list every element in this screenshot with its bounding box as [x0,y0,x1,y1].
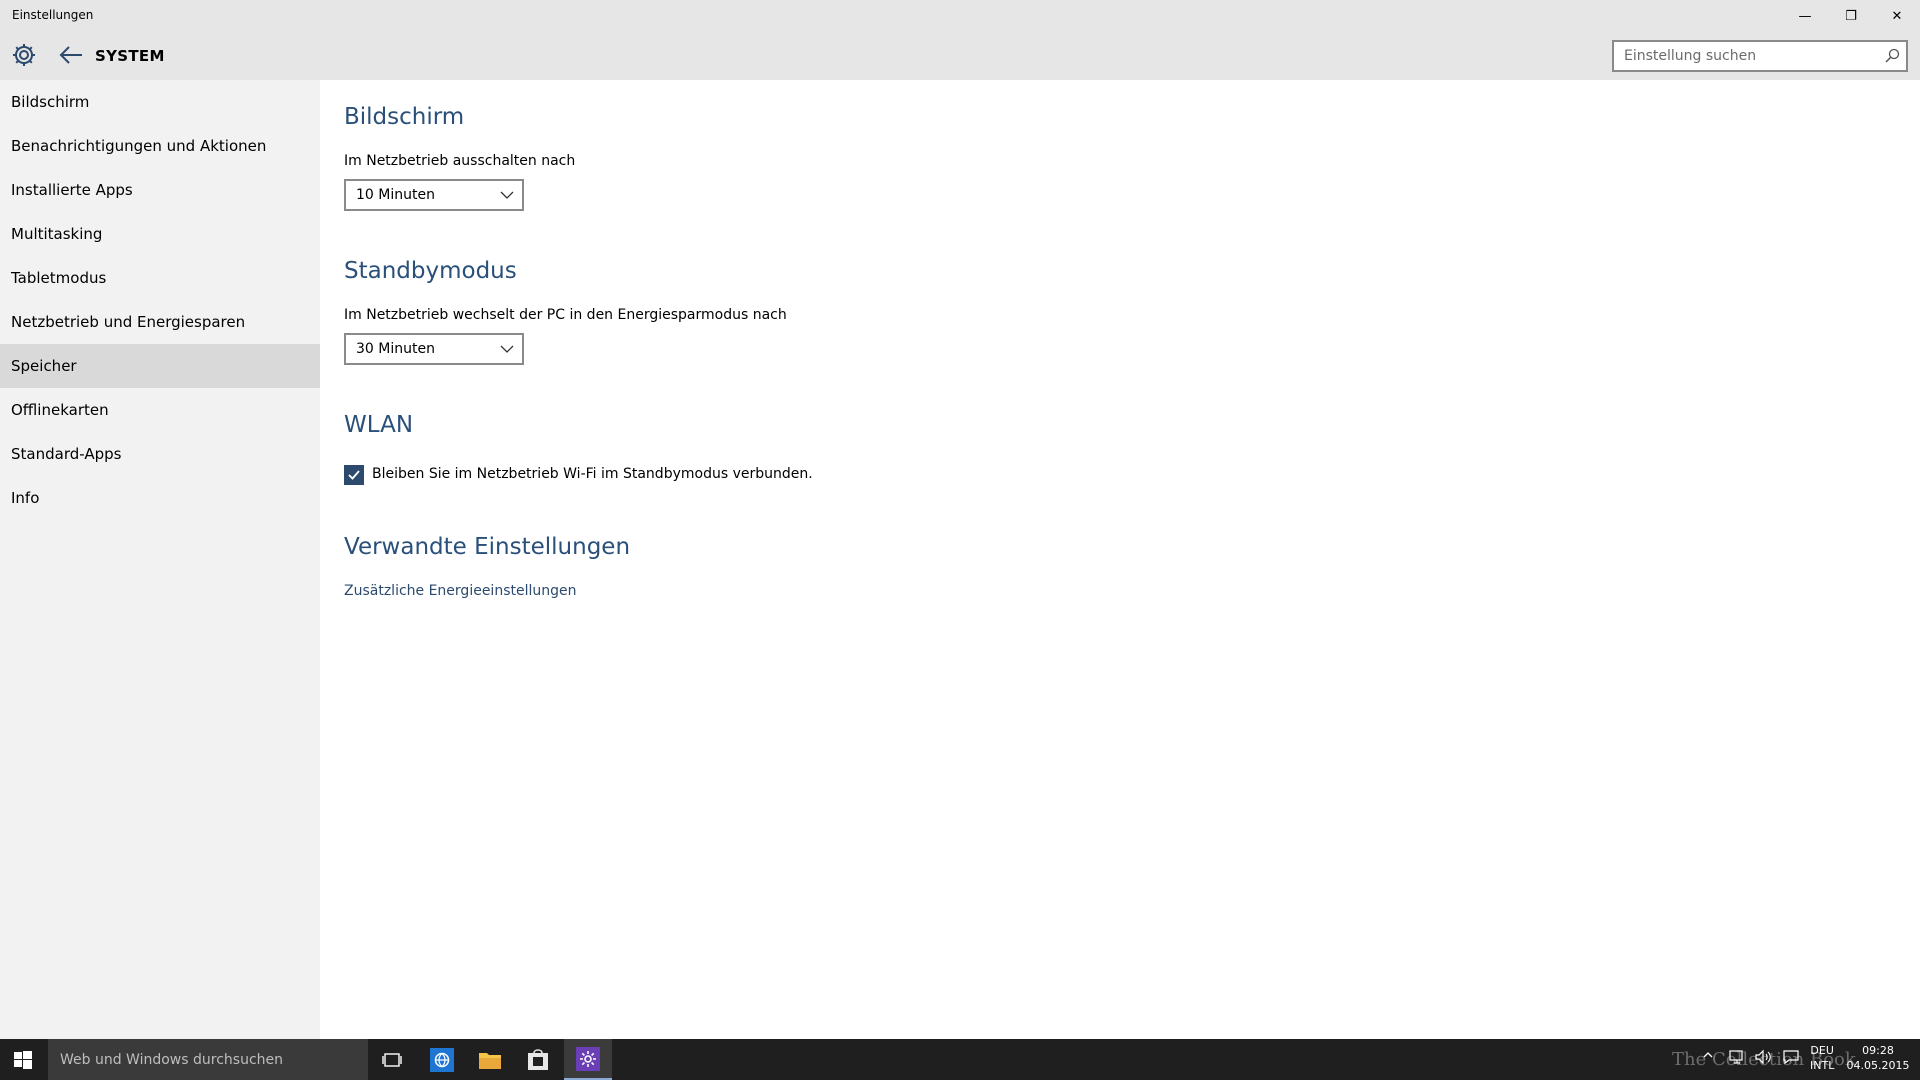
sidebar-item-tabletmodus[interactable]: Tabletmodus [0,256,320,300]
start-button[interactable] [0,1039,46,1080]
taskbar-search-input[interactable] [48,1039,368,1080]
section-title: SYSTEM [95,47,165,65]
watermark-text: The Collection Book [1672,1049,1856,1070]
search-icon[interactable] [1884,48,1900,64]
close-icon: ✕ [1891,8,1903,24]
screen-timeout-value: 10 Minuten [356,187,435,203]
window-title: Einstellungen [12,8,94,22]
sidebar-item-info[interactable]: Info [0,476,320,520]
chevron-down-icon [500,191,514,199]
store-icon [528,1048,548,1070]
wifi-standby-label[interactable]: Bleiben Sie im Netzbetrieb Wi-Fi im Stan… [372,466,813,482]
task-view-icon [382,1052,402,1067]
sidebar-item-bildschirm[interactable]: Bildschirm [0,80,320,124]
settings-gear-icon [576,1046,600,1071]
checkmark-icon [348,470,360,480]
standby-timeout-value: 30 Minuten [356,341,435,357]
maximize-button[interactable]: ❐ [1828,0,1874,32]
back-arrow-icon[interactable] [58,42,84,68]
standby-timeout-label: Im Netzbetrieb wechselt der PC in den En… [344,307,787,323]
sidebar: Bildschirm Benachrichtigungen und Aktion… [0,80,320,1039]
section-heading-bildschirm: Bildschirm [344,104,465,130]
sidebar-item-benachrichtigungen[interactable]: Benachrichtigungen und Aktionen [0,124,320,168]
section-heading-standbymodus: Standbymodus [344,258,517,284]
browser-icon [430,1047,454,1072]
sidebar-item-speicher[interactable]: Speicher [0,344,320,388]
settings-content: Bildschirm Im Netzbetrieb ausschalten na… [320,80,1920,1039]
gear-icon [13,44,35,66]
minimize-button[interactable]: — [1782,0,1828,32]
close-button[interactable]: ✕ [1874,0,1920,32]
section-heading-wlan: WLAN [344,412,414,438]
minimize-icon: — [1798,8,1812,24]
screen-timeout-dropdown[interactable]: 10 Minuten [344,179,524,211]
sidebar-item-standard-apps[interactable]: Standard-Apps [0,432,320,476]
sidebar-item-installierte-apps[interactable]: Installierte Apps [0,168,320,212]
additional-power-settings-link[interactable]: Zusätzliche Energieeinstellungen [344,583,577,599]
taskbar-app-store[interactable] [514,1039,562,1080]
sidebar-item-offlinekarten[interactable]: Offlinekarten [0,388,320,432]
settings-search[interactable] [1612,40,1908,72]
windows-logo-icon [14,1050,32,1069]
wifi-standby-checkbox[interactable] [344,465,364,485]
taskbar-app-settings[interactable] [564,1039,612,1080]
taskbar-search[interactable] [48,1039,368,1080]
sidebar-item-netzbetrieb[interactable]: Netzbetrieb und Energiesparen [0,300,320,344]
taskbar-app-browser[interactable] [418,1039,466,1080]
folder-icon [479,1052,501,1069]
screen-timeout-label: Im Netzbetrieb ausschalten nach [344,153,576,169]
sidebar-item-multitasking[interactable]: Multitasking [0,212,320,256]
title-bar: Einstellungen — ❐ ✕ [0,0,1920,32]
section-heading-related: Verwandte Einstellungen [344,534,631,560]
taskbar-app-explorer[interactable] [466,1039,514,1080]
restore-icon: ❐ [1845,8,1857,24]
settings-header: SYSTEM [0,32,1920,80]
standby-timeout-dropdown[interactable]: 30 Minuten [344,333,524,365]
task-view-button[interactable] [368,1039,416,1080]
chevron-down-icon [500,345,514,353]
taskbar: DEU INTL 09:28 04.05.2015 [0,1039,1920,1080]
search-input[interactable] [1614,42,1874,70]
